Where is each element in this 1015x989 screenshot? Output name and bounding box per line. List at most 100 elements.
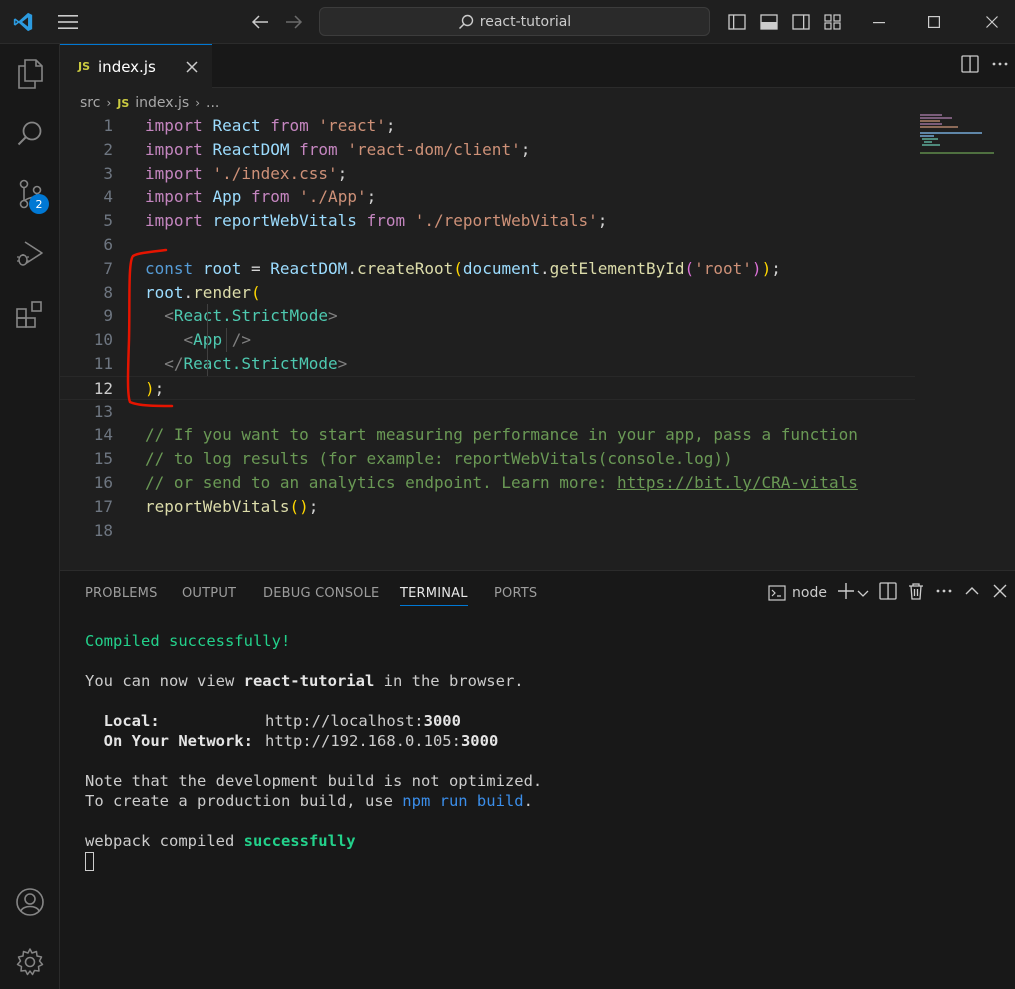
source-control-icon[interactable]: 2	[0, 164, 60, 224]
explorer-icon[interactable]	[0, 44, 60, 104]
terminal-selector[interactable]: node	[768, 585, 827, 601]
code-token: ;	[385, 116, 396, 135]
tab-ports[interactable]: PORTS	[494, 571, 537, 615]
more-actions-icon[interactable]	[991, 55, 1009, 77]
terminal-output[interactable]: Compiled successfully! You can now view …	[85, 631, 542, 871]
code-token: // to log results (for example: reportWe…	[145, 449, 733, 469]
code-token: createRoot	[356, 258, 454, 278]
breadcrumb-file[interactable]: index.js	[135, 95, 189, 111]
minimize-window-button[interactable]	[856, 0, 902, 44]
new-terminal-plus-icon[interactable]	[837, 582, 855, 604]
code-line[interactable]: 5 import reportWebVitals from './reportWe…	[60, 209, 915, 233]
tab-terminal[interactable]: TERMINAL	[400, 571, 468, 615]
terminal-local-line: Local: http://localhost:3000	[85, 712, 461, 730]
code-line[interactable]: 11 </React.StrictMode>	[60, 352, 915, 376]
toggle-primary-sidebar-icon[interactable]	[725, 0, 749, 44]
forward-arrow-icon[interactable]	[280, 0, 308, 44]
code-token: (	[250, 282, 261, 302]
terminal-network-line: On Your Network: http://192.168.0.105:300…	[85, 732, 499, 750]
code-token: root	[202, 258, 242, 278]
code-token: (	[289, 496, 300, 516]
back-arrow-icon[interactable]	[246, 0, 274, 44]
tab-debug-console[interactable]: DEBUG CONSOLE	[263, 571, 379, 615]
tab-index-js[interactable]: JS index.js	[60, 44, 212, 88]
code-line[interactable]: 15 // to log results (for example: report…	[60, 447, 915, 471]
line-number: 11	[93, 354, 113, 373]
more-actions-icon[interactable]	[935, 582, 953, 604]
menu-icon[interactable]	[52, 0, 84, 44]
code-token: import	[145, 139, 203, 159]
tab-output[interactable]: OUTPUT	[182, 571, 236, 615]
code-line[interactable]: 18	[60, 519, 915, 543]
code-text: </React.StrictMode>	[145, 352, 347, 376]
maximize-panel-chevron-up-icon[interactable]	[963, 582, 981, 604]
code-line[interactable]: 2 import ReactDOM from 'react-dom/client'…	[60, 138, 915, 162]
split-terminal-icon[interactable]	[879, 582, 897, 604]
toggle-secondary-sidebar-icon[interactable]	[789, 0, 813, 44]
breadcrumb-folder[interactable]: src	[80, 95, 100, 111]
code-line[interactable]: 1 import React from 'react';	[60, 114, 915, 138]
code-text: import App from './App';	[145, 185, 376, 209]
code-line[interactable]: 10 <App />	[60, 328, 915, 352]
search-icon	[458, 14, 473, 29]
extensions-icon[interactable]	[0, 284, 60, 344]
code-line[interactable]: 7 const root = ReactDOM.createRoot(docume…	[60, 257, 915, 281]
code-token: 'react'	[318, 116, 386, 135]
terminal-compiled-line: Compiled successfully!	[85, 632, 291, 650]
code-line[interactable]: 13	[60, 400, 915, 424]
accounts-icon[interactable]	[0, 872, 60, 932]
code-text: import reportWebVitals from './reportWeb…	[145, 209, 607, 233]
code-line[interactable]: 4 import App from './App';	[60, 185, 915, 209]
code-link[interactable]: https://bit.ly/CRA-vitals	[617, 473, 858, 492]
run-and-debug-icon[interactable]	[0, 224, 60, 284]
code-line[interactable]: 6	[60, 233, 915, 257]
line-number: 17	[93, 496, 113, 516]
bottom-panel: PROBLEMS OUTPUT DEBUG CONSOLE TERMINAL P…	[60, 570, 1015, 989]
code-text: // to log results (for example: reportWe…	[145, 447, 733, 471]
split-editor-icon[interactable]	[961, 55, 979, 77]
code-token: // If you want to start measuring perfor…	[145, 425, 858, 445]
maximize-window-button[interactable]	[911, 0, 957, 44]
code-token: reportWebVitals	[145, 496, 290, 516]
code-editor[interactable]: 1 import React from 'react'; 2 import React…	[60, 114, 1015, 570]
code-token: ;	[771, 258, 781, 278]
code-line[interactable]: 8 root.render(	[60, 281, 915, 305]
close-panel-icon[interactable]	[991, 582, 1009, 604]
search-text: react-tutorial	[479, 13, 572, 30]
search-activity-icon[interactable]	[0, 104, 60, 164]
code-line[interactable]: 16 // or send to an analytics endpoint. L…	[60, 471, 915, 495]
code-token: import	[145, 116, 203, 135]
code-text: const root = ReactDOM.createRoot(documen…	[145, 257, 781, 281]
minimap[interactable]	[920, 114, 1000, 154]
code-line[interactable]: 12);	[60, 375, 915, 400]
close-window-button[interactable]	[969, 0, 1015, 44]
js-file-icon: JS	[78, 60, 91, 73]
code-line[interactable]: 17 reportWebVitals();	[60, 495, 915, 519]
command-center-search[interactable]: react-tutorial	[319, 7, 710, 36]
tab-problems[interactable]: PROBLEMS	[85, 571, 158, 615]
line-number: 8	[103, 282, 113, 302]
code-token: ;	[366, 187, 377, 207]
code-token: from	[250, 187, 290, 207]
customize-layout-icon[interactable]	[821, 0, 845, 44]
breadcrumb-more[interactable]: ...	[206, 95, 219, 111]
code-token: document	[462, 258, 540, 278]
js-file-icon: JS	[117, 96, 130, 110]
toggle-panel-icon[interactable]	[757, 0, 781, 44]
close-tab-icon[interactable]	[182, 57, 202, 77]
code-line[interactable]: 3 import './index.css';	[60, 162, 915, 186]
settings-gear-icon[interactable]	[0, 932, 60, 989]
code-token: ReactDOM	[270, 258, 348, 278]
code-token: 'root'	[694, 258, 752, 278]
trash-icon[interactable]	[907, 582, 925, 604]
code-line[interactable]: 14 // If you want to start measuring perf…	[60, 423, 915, 447]
line-number: 5	[103, 211, 113, 231]
code-line[interactable]: 9 <React.StrictMode>	[60, 304, 915, 328]
code-token: getElementById	[549, 258, 685, 278]
chevron-down-icon[interactable]	[857, 584, 869, 603]
line-number: 18	[93, 520, 113, 540]
